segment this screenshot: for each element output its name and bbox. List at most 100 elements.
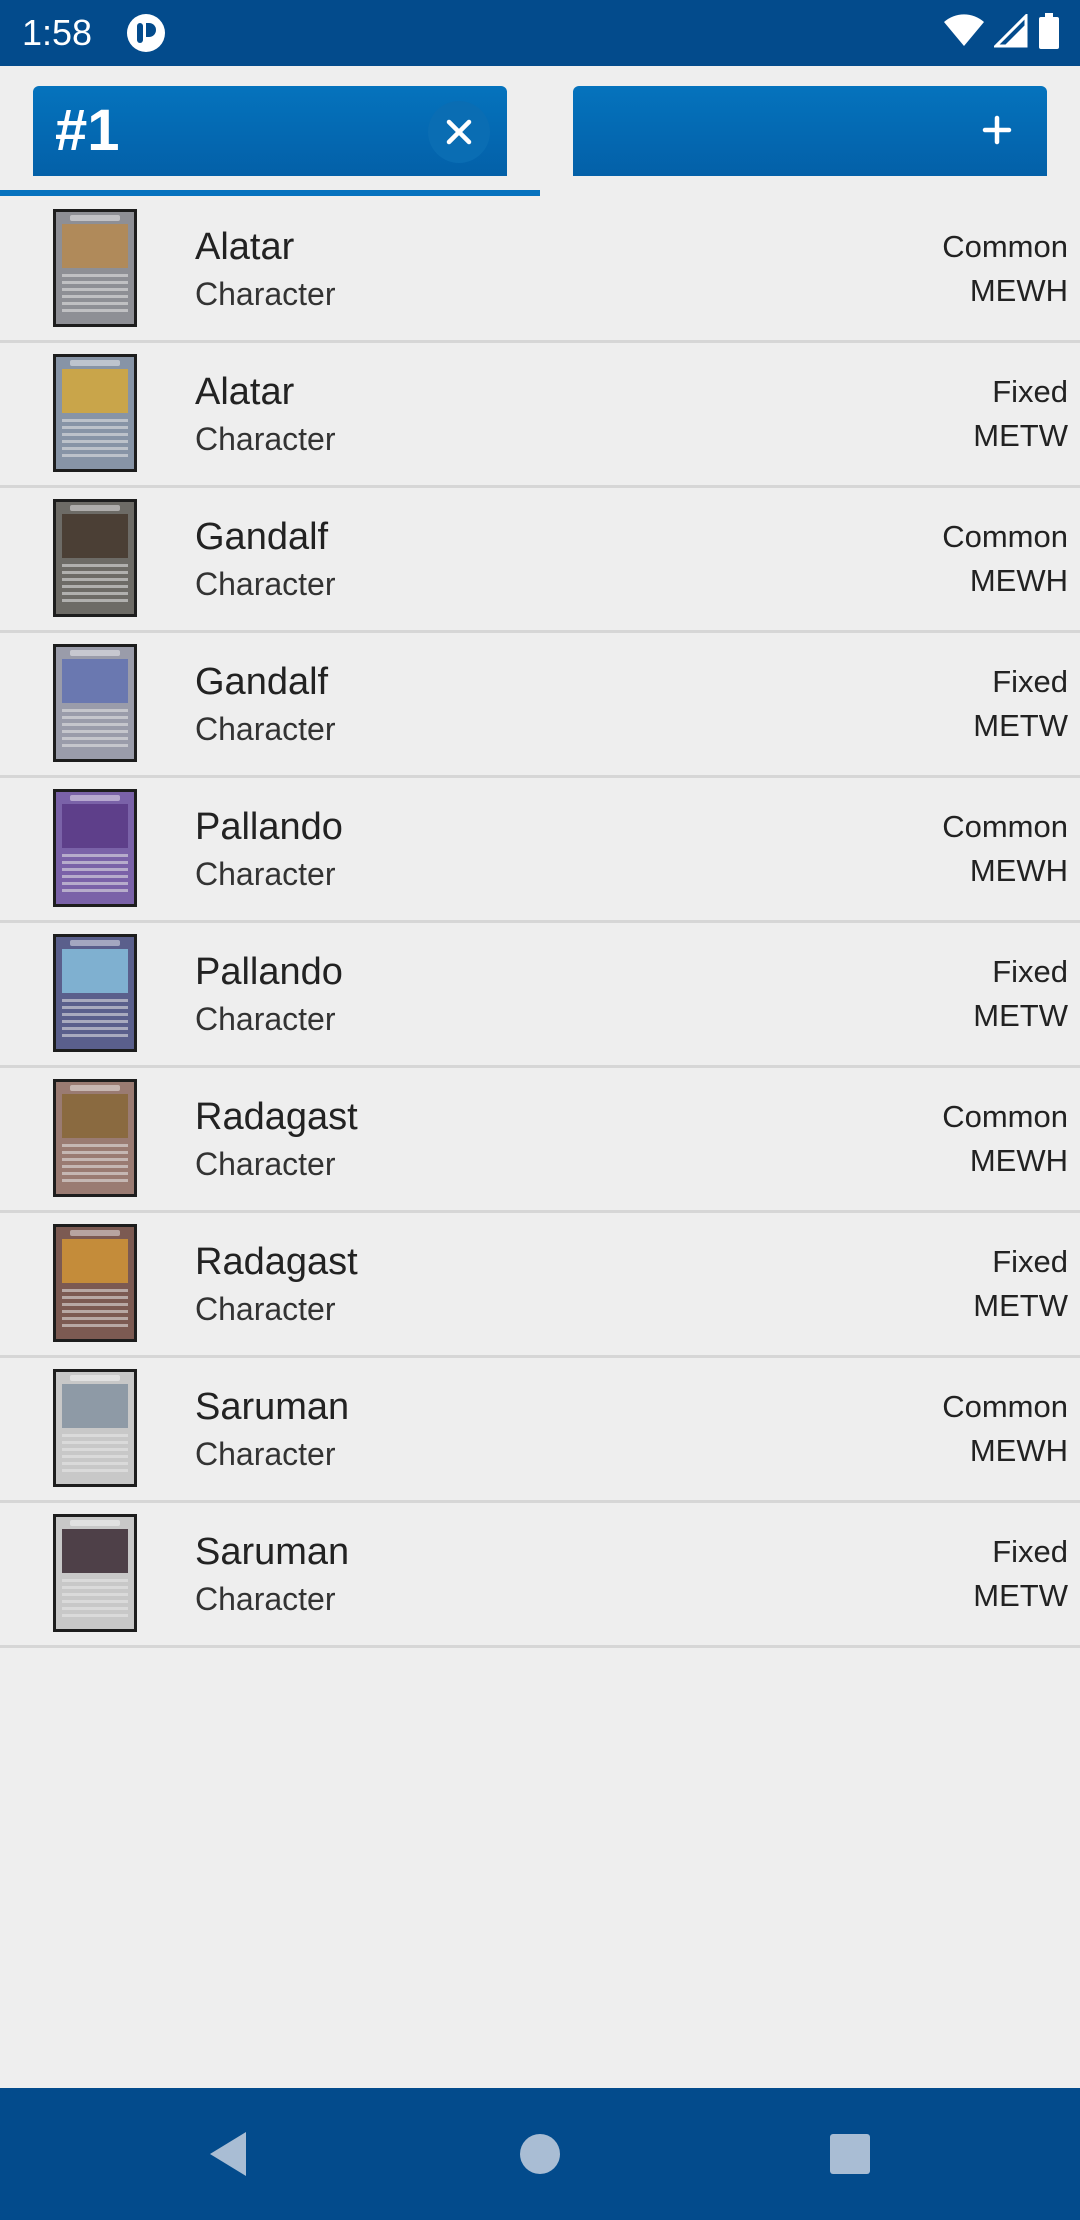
card-rarity: Fixed [992,954,1068,989]
card-rarity: Common [942,519,1068,554]
card-thumbnail [53,1224,137,1342]
close-tab-button[interactable] [428,101,490,163]
card-rarity: Fixed [992,374,1068,409]
card-thumbnail-text [62,1144,128,1184]
card-type: Character [195,1436,336,1472]
card-thumbnail-text [62,999,128,1039]
status-icons [944,11,1060,53]
card-row[interactable]: Gandalf Character Fixed METW [0,633,1080,778]
back-icon [210,2132,246,2176]
card-set: MEWH [969,273,1068,308]
card-row[interactable]: Pallando Character Fixed METW [0,923,1080,1068]
card-type: Character [195,1146,336,1182]
home-button[interactable] [508,2122,572,2186]
card-thumbnail-namebar [70,1375,120,1381]
cellular-signal-icon [992,11,1028,53]
add-tab-button[interactable] [573,86,1047,176]
card-name: Saruman [195,1386,350,1428]
card-type: Character [195,421,336,457]
card-rarity: Common [942,229,1068,264]
card-thumbnail [53,499,137,617]
card-row[interactable]: Radagast Character Fixed METW [0,1213,1080,1358]
card-name: Gandalf [195,516,329,558]
card-thumbnail-text [62,1579,128,1619]
recents-button[interactable] [818,2122,882,2186]
card-name: Gandalf [195,661,329,703]
card-thumbnail-text [62,1434,128,1474]
card-thumbnail-namebar [70,1085,120,1091]
recents-icon [830,2134,870,2174]
card-thumbnail-namebar [70,360,120,366]
card-thumbnail-art [62,659,128,703]
card-thumbnail [53,354,137,472]
tab-bar: #1 [0,66,1080,198]
card-thumbnail-text [62,709,128,749]
card-name: Pallando [195,951,343,993]
card-type: Character [195,1291,336,1327]
card-thumbnail-text [62,419,128,459]
card-row[interactable]: Pallando Character Common MEWH [0,778,1080,923]
card-thumbnail-namebar [70,1230,120,1236]
card-name: Alatar [195,226,295,268]
card-set: METW [973,1578,1068,1613]
card-thumbnail-text [62,1289,128,1329]
card-thumbnail-art [62,1094,128,1138]
card-thumbnail [53,1079,137,1197]
card-set: METW [973,998,1068,1033]
card-row[interactable]: Saruman Character Common MEWH [0,1358,1080,1503]
navigation-bar [0,2088,1080,2220]
card-set: MEWH [969,563,1068,598]
card-set: METW [973,1288,1068,1323]
status-bar: 1:58 [0,0,1080,66]
card-thumbnail-art [62,514,128,558]
card-rarity: Fixed [992,664,1068,699]
card-row[interactable]: Radagast Character Common MEWH [0,1068,1080,1213]
card-thumbnail-text [62,854,128,894]
tab-title: #1 [55,98,120,163]
card-thumbnail-namebar [70,650,120,656]
card-name: Pallando [195,806,343,848]
card-name: Radagast [195,1241,358,1283]
status-time: 1:58 [22,12,93,53]
wifi-icon [944,13,984,53]
card-thumbnail-art [62,1529,128,1573]
card-rarity: Common [942,1099,1068,1134]
card-rarity: Common [942,809,1068,844]
card-thumbnail-art [62,1239,128,1283]
card-thumbnail-namebar [70,505,120,511]
card-thumbnail-text [62,564,128,604]
plus-icon [982,115,1012,145]
card-row[interactable]: Gandalf Character Common MEWH [0,488,1080,633]
card-row[interactable]: Alatar Character Common MEWH [0,198,1080,343]
card-type: Character [195,566,336,602]
card-type: Character [195,1581,336,1617]
app-notification-icon [126,13,166,53]
card-type: Character [195,1001,336,1037]
card-thumbnail [53,1369,137,1487]
card-thumbnail-art [62,1384,128,1428]
card-thumbnail-namebar [70,1520,120,1526]
card-set: MEWH [969,1143,1068,1178]
home-icon [520,2134,560,2174]
card-row[interactable]: Saruman Character Fixed METW [0,1503,1080,1648]
card-thumbnail [53,1514,137,1632]
card-thumbnail-namebar [70,215,120,221]
back-button[interactable] [196,2122,260,2186]
card-type: Character [195,711,336,747]
card-thumbnail [53,789,137,907]
card-thumbnail [53,209,137,327]
card-thumbnail [53,644,137,762]
tab-1[interactable]: #1 [33,86,507,176]
card-thumbnail-art [62,224,128,268]
card-thumbnail-art [62,804,128,848]
card-name: Saruman [195,1531,350,1573]
card-type: Character [195,276,336,312]
card-thumbnail-art [62,949,128,993]
card-type: Character [195,856,336,892]
card-rarity: Fixed [992,1244,1068,1279]
active-tab-indicator [0,190,540,196]
card-row[interactable]: Alatar Character Fixed METW [0,343,1080,488]
card-set: MEWH [969,1433,1068,1468]
card-rarity: Common [942,1389,1068,1424]
card-name: Alatar [195,371,295,413]
